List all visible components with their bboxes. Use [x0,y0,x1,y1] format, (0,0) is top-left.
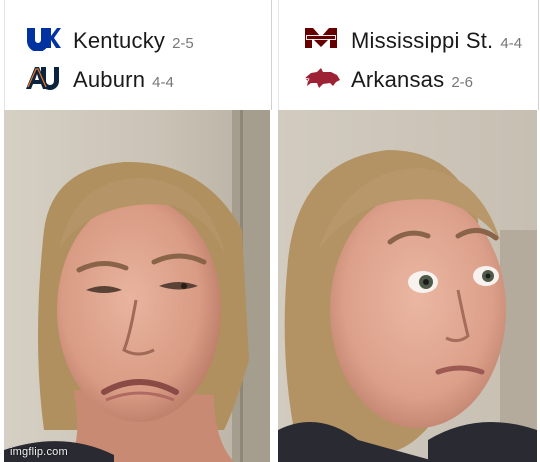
team-row-kentucky: Kentucky 2-5 [73,24,194,58]
team-record: 2-6 [451,73,473,91]
auburn-logo-icon [25,65,61,91]
matchup-panel-right: Mississippi St. 4-4 Arkansas 2-6 [278,0,539,110]
team-name: Mississippi St. [351,28,494,53]
reaction-photo-disgusted: imgflip.com [4,110,270,462]
team-row-mississippi-state: Mississippi St. 4-4 [351,24,522,58]
team-name: Arkansas [351,67,445,92]
team-record: 2-5 [172,34,194,52]
mississippi-state-logo-icon [303,26,339,50]
kentucky-logo-icon [25,25,61,51]
team-name: Kentucky [73,28,166,53]
reaction-photo-interested [278,110,537,462]
imgflip-watermark: imgflip.com [10,446,68,458]
team-row-arkansas: Arkansas 2-6 [351,63,473,97]
team-row-auburn: Auburn 4-4 [73,63,174,97]
team-record: 4-4 [500,34,523,52]
team-name: Auburn [73,67,146,92]
arkansas-razorback-logo-icon [303,66,341,90]
matchup-panel-left: Kentucky 2-5 Auburn 4-4 [4,0,272,110]
team-record: 4-4 [152,73,174,91]
